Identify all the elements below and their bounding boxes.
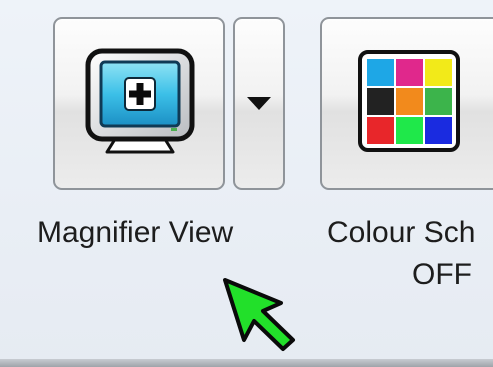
colour-swatch <box>396 88 423 115</box>
colour-swatch <box>425 88 452 115</box>
ribbon-panel: Magnifier View Colour Sch OFF <box>0 0 493 367</box>
chevron-down-icon <box>247 97 271 110</box>
colour-scheme-status: OFF <box>412 258 472 291</box>
colour-swatch <box>367 59 394 86</box>
green-arrow-pointer-icon <box>223 278 295 351</box>
magnifier-monitor-plus-icon <box>85 48 195 154</box>
colour-swatch <box>367 88 394 115</box>
colour-swatch <box>367 117 394 144</box>
magnifier-view-button[interactable] <box>53 17 225 190</box>
colour-scheme-button[interactable] <box>320 17 493 190</box>
colour-swatch <box>425 59 452 86</box>
magnifier-view-dropdown-button[interactable] <box>233 17 285 190</box>
colour-swatch <box>396 117 423 144</box>
colour-swatch <box>425 117 452 144</box>
colour-swatch <box>396 59 423 86</box>
magnifier-view-label: Magnifier View <box>37 216 234 249</box>
colour-scheme-label: Colour Sch <box>327 216 476 249</box>
colour-grid-icon <box>358 50 460 152</box>
ribbon-bottom-edge <box>0 359 493 367</box>
